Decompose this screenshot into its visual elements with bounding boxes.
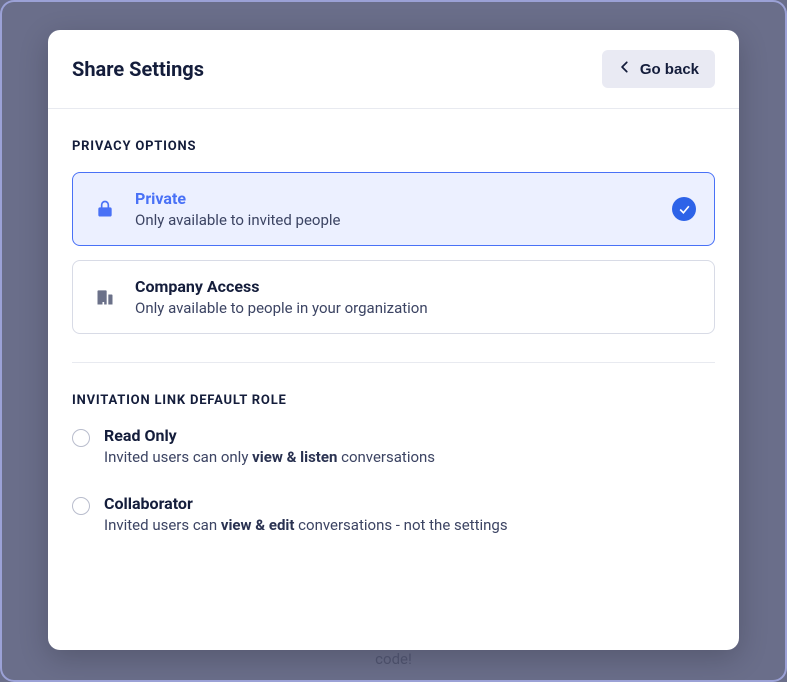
radio-icon: [72, 497, 90, 515]
privacy-option-company[interactable]: Company Access Only available to people …: [72, 260, 715, 334]
radio-icon: [72, 429, 90, 447]
role-option-text: Read Only Invited users can only view & …: [104, 426, 715, 466]
modal-header: Share Settings Go back: [48, 30, 739, 109]
privacy-option-desc: Only available to invited people: [135, 211, 672, 229]
chevron-left-icon: [618, 60, 632, 78]
privacy-option-text: Company Access Only available to people …: [135, 277, 696, 317]
building-icon: [91, 287, 119, 307]
privacy-option-title: Company Access: [135, 277, 696, 296]
backdrop-text: code!: [375, 650, 412, 668]
share-settings-modal: Share Settings Go back PRIVACY OPTIONS P…: [48, 30, 739, 650]
roles-heading: INVITATION LINK DEFAULT ROLE: [72, 393, 715, 408]
lock-icon: [91, 199, 119, 219]
check-icon: [672, 197, 696, 221]
role-option-collaborator[interactable]: Collaborator Invited users can view & ed…: [72, 494, 715, 534]
modal-title: Share Settings: [72, 57, 204, 81]
role-option-desc: Invited users can view & edit conversati…: [104, 516, 715, 534]
privacy-option-text: Private Only available to invited people: [135, 189, 672, 229]
privacy-option-private[interactable]: Private Only available to invited people: [72, 172, 715, 246]
privacy-option-title: Private: [135, 189, 672, 208]
role-option-title: Read Only: [104, 426, 715, 445]
role-option-title: Collaborator: [104, 494, 715, 513]
go-back-button[interactable]: Go back: [602, 50, 715, 88]
privacy-heading: PRIVACY OPTIONS: [72, 139, 715, 154]
section-divider: [72, 362, 715, 363]
role-option-readonly[interactable]: Read Only Invited users can only view & …: [72, 426, 715, 466]
role-option-text: Collaborator Invited users can view & ed…: [104, 494, 715, 534]
modal-body: PRIVACY OPTIONS Private Only available t…: [48, 109, 739, 592]
role-option-desc: Invited users can only view & listen con…: [104, 448, 715, 466]
privacy-option-desc: Only available to people in your organiz…: [135, 299, 696, 317]
go-back-label: Go back: [640, 61, 699, 78]
